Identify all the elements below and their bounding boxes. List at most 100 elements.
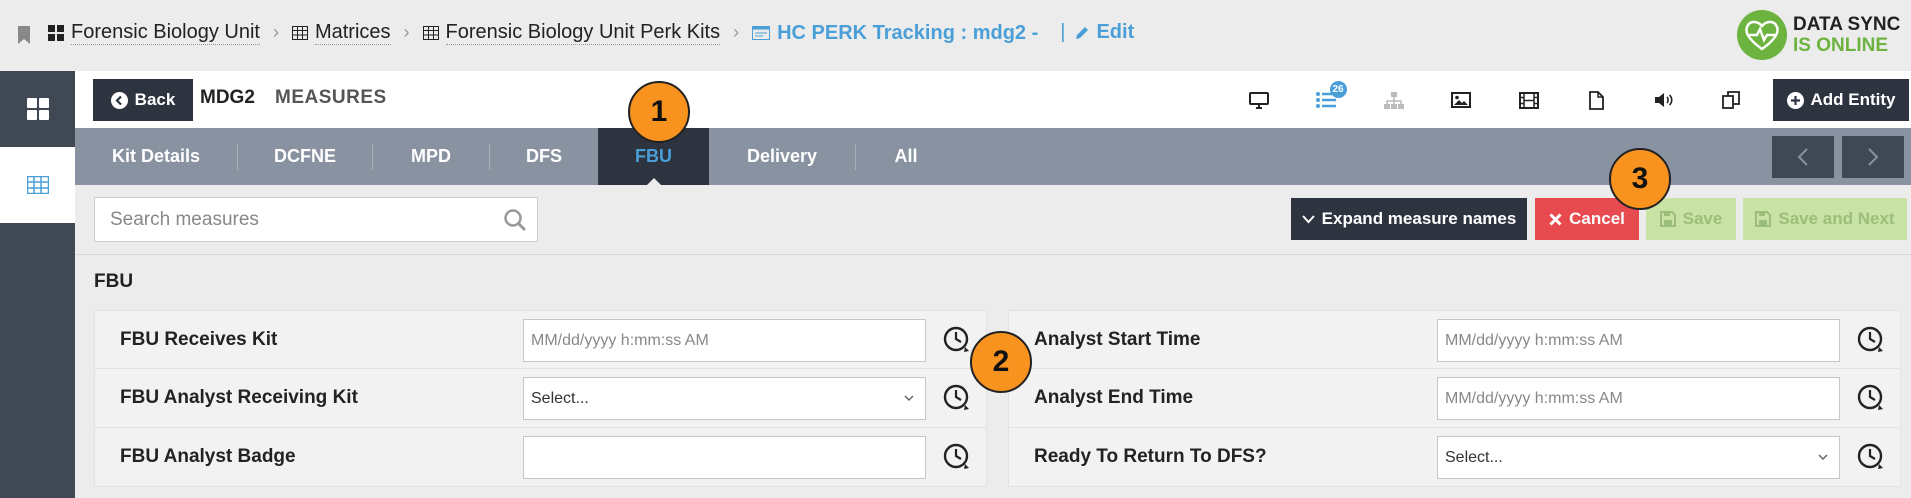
field-row: FBU Receives Kit MM/dd/yyyy h:mm:ss AM	[94, 310, 987, 369]
tab-delivery[interactable]: Delivery	[709, 128, 855, 185]
back-label: Back	[134, 90, 176, 109]
desktop-icon[interactable]	[1225, 79, 1293, 121]
tab-kit-details[interactable]: Kit Details	[75, 128, 237, 185]
tab-label: DFS	[526, 146, 562, 166]
list-icon[interactable]: 26	[1293, 79, 1361, 121]
chevron-right-icon	[1868, 148, 1879, 166]
history-clock-icon[interactable]	[942, 383, 972, 413]
select-value: Select...	[531, 389, 589, 407]
tab-label: DCFNE	[274, 146, 336, 166]
pencil-icon	[1076, 27, 1089, 39]
close-icon	[1549, 212, 1562, 226]
tab-all[interactable]: All	[856, 128, 956, 185]
divider	[75, 254, 1911, 255]
tab-label: MPD	[411, 146, 451, 166]
field-label: Ready To Return To DFS?	[1034, 446, 1267, 467]
history-clock-icon[interactable]	[1856, 383, 1886, 413]
image-icon[interactable]	[1428, 79, 1496, 121]
callout-marker-1: 1	[628, 81, 690, 143]
callout-marker-3: 3	[1609, 148, 1671, 210]
tab-mpd[interactable]: MPD	[373, 128, 489, 185]
search-input[interactable]	[95, 198, 475, 241]
form-icon	[752, 25, 771, 40]
history-clock-icon[interactable]	[942, 442, 972, 472]
page-title: MEASURES	[275, 87, 387, 108]
back-button[interactable]: Back	[93, 79, 193, 121]
separator: |	[1060, 21, 1066, 43]
history-clock-icon[interactable]	[1856, 442, 1886, 472]
field-row: Analyst Start Time MM/dd/yyyy h:mm:ss AM	[1008, 310, 1901, 369]
datetime-input[interactable]: MM/dd/yyyy h:mm:ss AM	[1437, 377, 1840, 420]
breadcrumb-label: Forensic Biology Unit	[71, 21, 260, 45]
next-tab-button[interactable]	[1842, 136, 1904, 178]
field-row: Ready To Return To DFS? Select...	[1008, 428, 1901, 487]
breadcrumb-matrices[interactable]: Matrices	[291, 20, 391, 45]
breadcrumb-forensic-biology-unit[interactable]: Forensic Biology Unit	[48, 20, 260, 45]
chevron-right-icon: ›	[272, 22, 279, 42]
breadcrumb-perk-kits[interactable]: Forensic Biology Unit Perk Kits	[422, 20, 721, 45]
table-icon	[26, 176, 49, 194]
tab-label: Delivery	[746, 146, 818, 166]
rail-dashboard[interactable]	[0, 71, 75, 147]
table-icon	[291, 25, 308, 40]
breadcrumb: Forensic Biology Unit › Matrices › Foren…	[48, 20, 1134, 45]
copy-icon[interactable]	[1698, 79, 1766, 121]
document-icon[interactable]	[1563, 79, 1631, 121]
plus-circle-icon	[1786, 91, 1804, 109]
edit-label: Edit	[1096, 21, 1135, 43]
view-toolbar: 26	[1225, 79, 1765, 121]
heartbeat-icon	[1737, 10, 1787, 60]
section-title: FBU	[94, 271, 134, 292]
expand-label: Expand measure names	[1321, 209, 1517, 228]
select-dropdown[interactable]: Select...	[523, 377, 926, 420]
field-row: FBU Analyst Badge	[94, 428, 987, 487]
arrow-left-circle-icon	[110, 91, 128, 109]
add-entity-label: Add Entity	[1810, 90, 1896, 109]
dashboard-icon	[26, 98, 49, 120]
field-row: Analyst End Time MM/dd/yyyy h:mm:ss AM	[1008, 369, 1901, 428]
tab-dcfne[interactable]: DCFNE	[238, 128, 372, 185]
top-bar: Forensic Biology Unit › Matrices › Foren…	[0, 0, 1911, 71]
select-dropdown[interactable]: Select...	[1437, 436, 1840, 479]
measures-header: Back MDG2 MEASURES 26 Add Entity	[75, 71, 1911, 128]
add-entity-button[interactable]: Add Entity	[1773, 79, 1909, 121]
search-box	[94, 197, 538, 242]
text-input[interactable]	[523, 436, 926, 479]
history-clock-icon[interactable]	[942, 325, 972, 355]
field-row: FBU Analyst Receiving Kit Select...	[94, 369, 987, 428]
callout-marker-2: 2	[970, 331, 1032, 393]
table-icon	[422, 25, 439, 40]
entity-id: MDG2	[200, 87, 255, 108]
breadcrumb-current: HC PERK Tracking : mdg2 -	[752, 21, 1038, 45]
select-value: Select...	[1445, 448, 1503, 466]
datetime-input[interactable]: MM/dd/yyyy h:mm:ss AM	[1437, 319, 1840, 362]
save-button[interactable]: Save	[1646, 198, 1736, 240]
chevron-down-icon	[904, 395, 914, 402]
edit-link[interactable]: Edit	[1075, 21, 1134, 44]
bookmark-icon[interactable]	[17, 26, 31, 44]
field-label: FBU Analyst Receiving Kit	[120, 387, 358, 408]
search-icon[interactable]	[503, 208, 527, 232]
film-icon[interactable]	[1495, 79, 1563, 121]
datetime-input[interactable]: MM/dd/yyyy h:mm:ss AM	[523, 319, 926, 362]
expand-measure-names-button[interactable]: Expand measure names	[1291, 198, 1527, 240]
tab-dfs[interactable]: DFS	[490, 128, 598, 185]
previous-tab-button[interactable]	[1772, 136, 1834, 178]
count-badge: 26	[1329, 81, 1347, 98]
tab-label: FBU	[635, 146, 672, 166]
breadcrumb-label: Matrices	[314, 21, 391, 45]
form-column-right: Analyst Start Time MM/dd/yyyy h:mm:ss AM…	[1008, 310, 1901, 487]
rail-matrices[interactable]	[0, 147, 75, 223]
data-sync-status: DATA SYNC IS ONLINE	[1737, 10, 1900, 60]
breadcrumb-label: Forensic Biology Unit Perk Kits	[445, 21, 721, 45]
cancel-label: Cancel	[1569, 209, 1625, 228]
save-and-next-label: Save and Next	[1778, 209, 1895, 228]
history-clock-icon[interactable]	[1856, 325, 1886, 355]
sync-line-2: IS ONLINE	[1793, 35, 1889, 56]
audio-icon[interactable]	[1630, 79, 1698, 121]
chevron-down-icon	[1301, 214, 1315, 223]
hierarchy-icon[interactable]	[1360, 79, 1428, 121]
tab-label: All	[894, 146, 918, 166]
breadcrumb-current-label: HC PERK Tracking : mdg2 -	[777, 21, 1039, 44]
save-and-next-button[interactable]: Save and Next	[1743, 198, 1907, 240]
